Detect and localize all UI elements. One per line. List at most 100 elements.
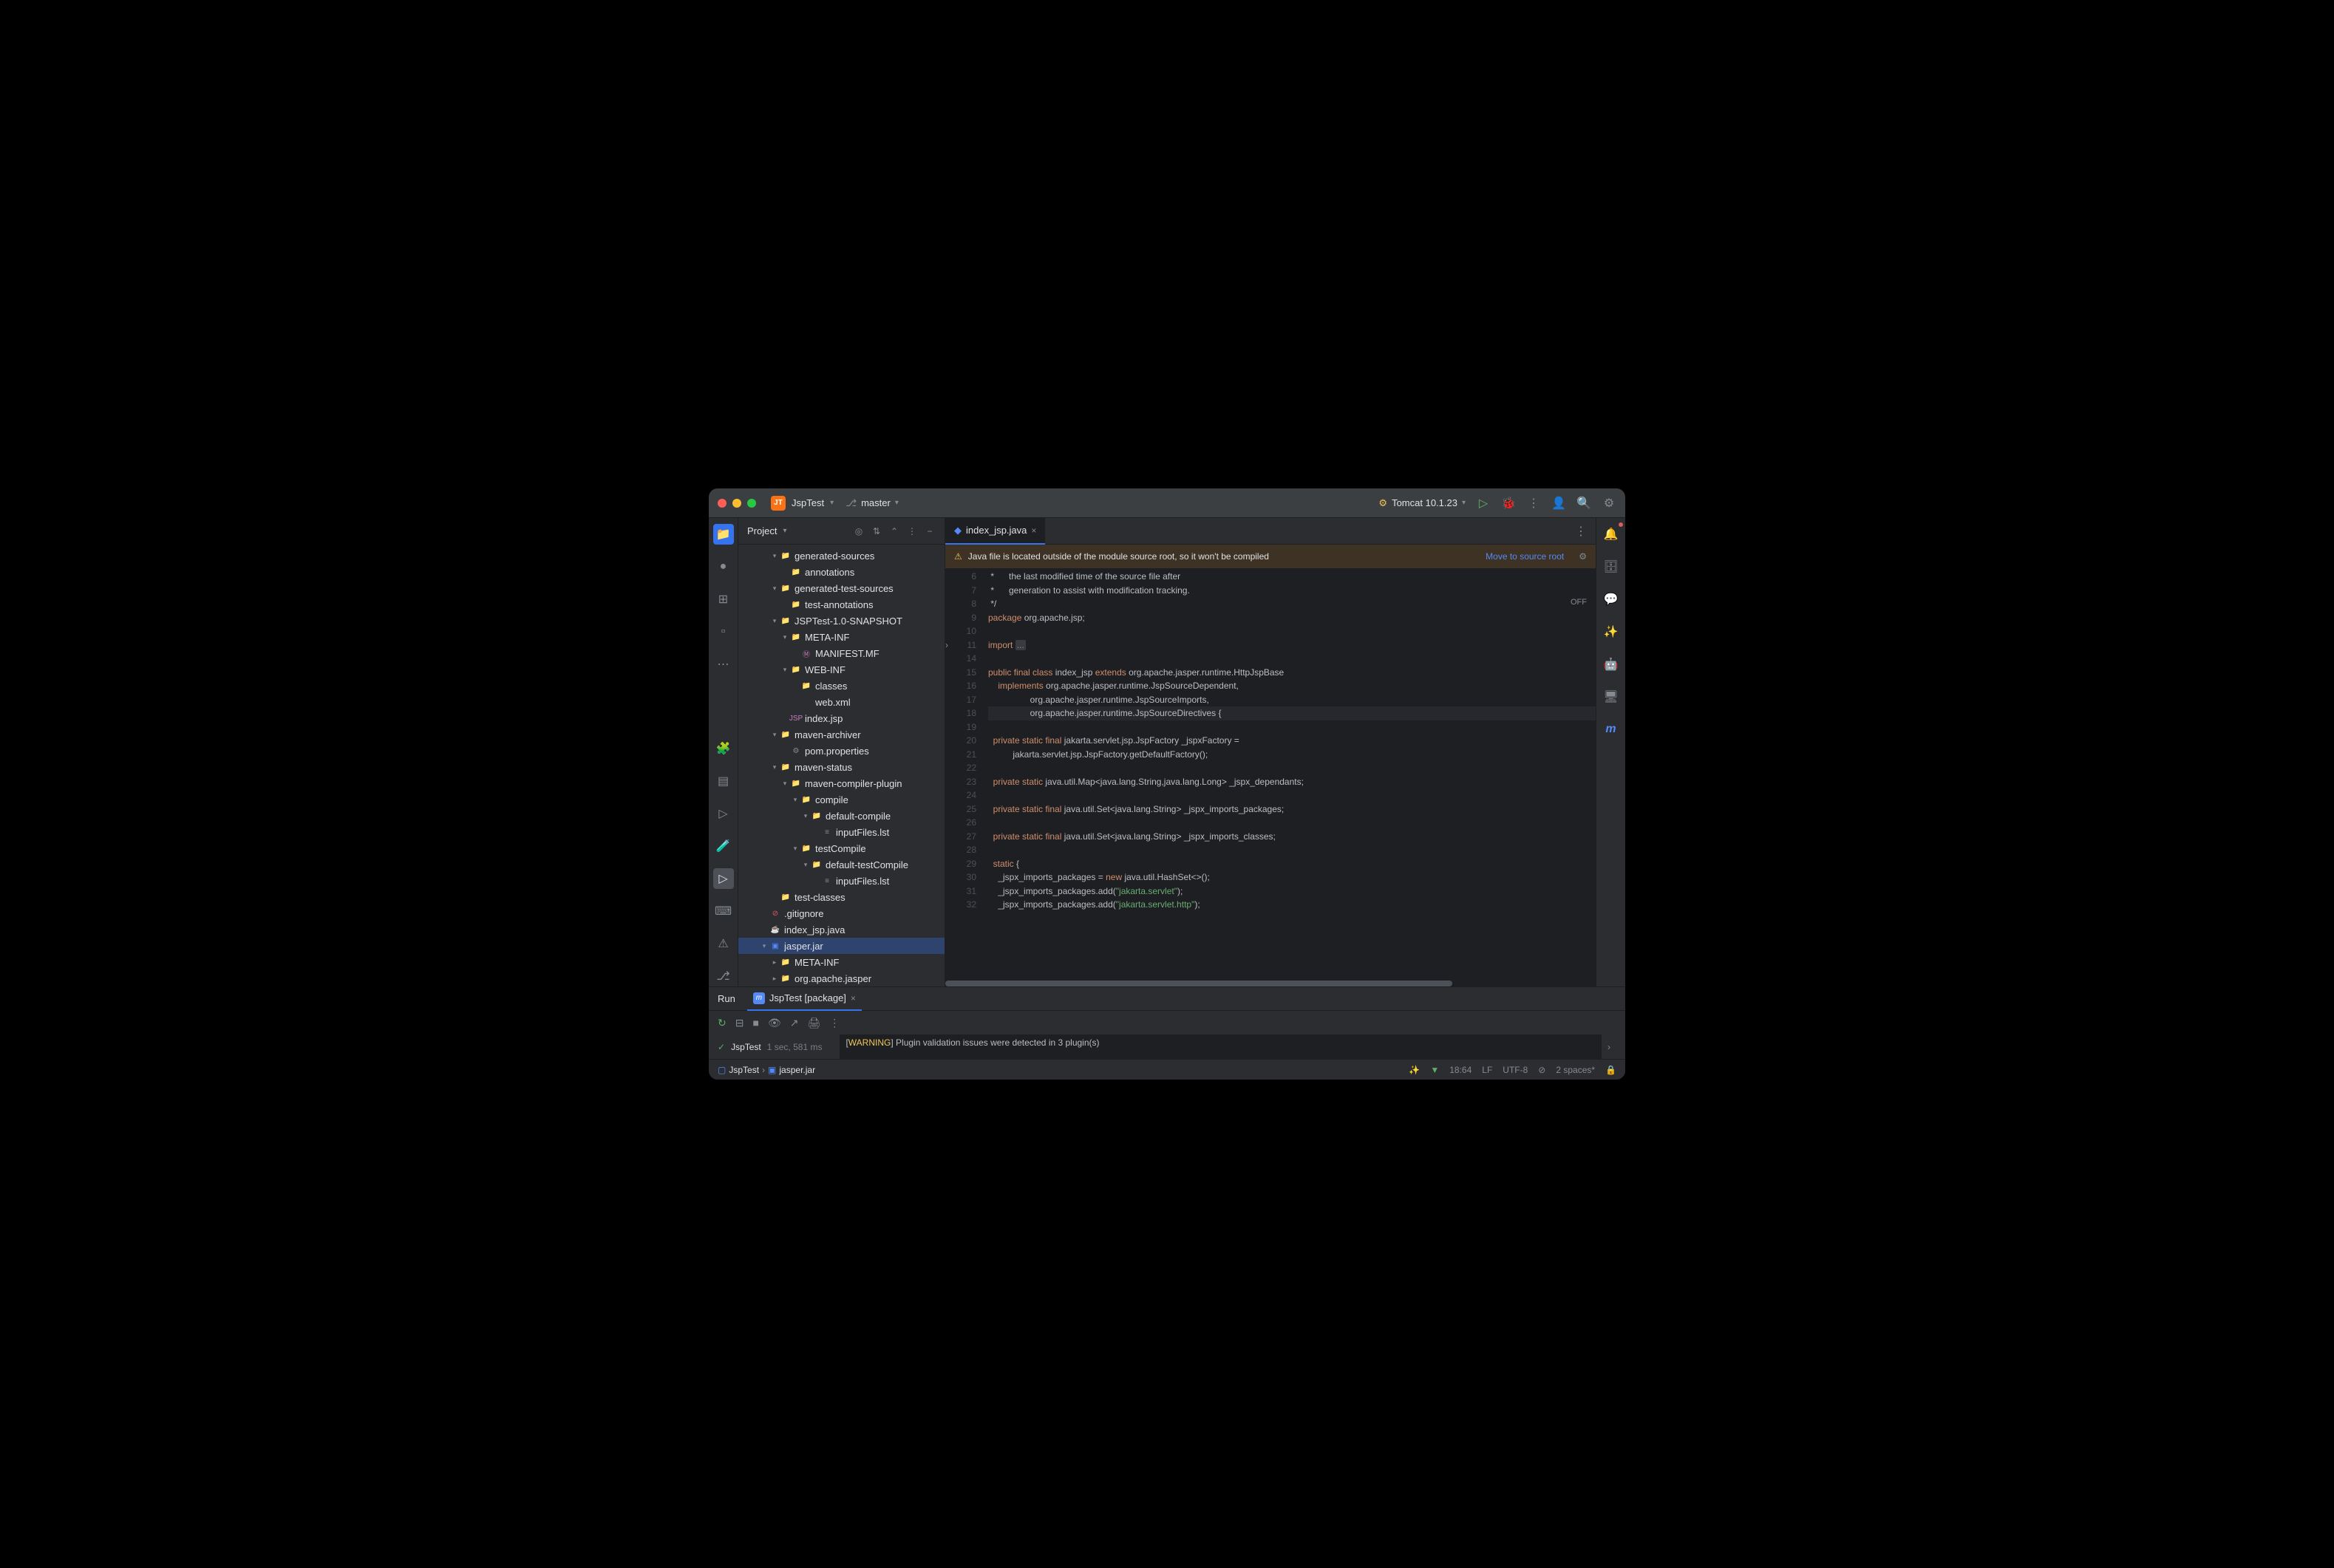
chevron-down-icon[interactable]: ▾ (830, 499, 834, 507)
horizontal-scrollbar[interactable] (945, 981, 1596, 986)
close-tab-icon[interactable]: × (851, 993, 856, 1003)
more-actions-icon[interactable]: ⋮ (1526, 496, 1541, 511)
tree-item[interactable]: ▾📁default-testCompile (738, 856, 945, 873)
tree-item[interactable]: ☕index_jsp.java (738, 921, 945, 938)
code-with-me-icon[interactable]: 👤 (1551, 496, 1566, 511)
maven-icon[interactable]: m (1601, 719, 1622, 740)
remote-icon[interactable]: 🖥 (1601, 686, 1622, 707)
more-icon[interactable]: ⋮ (829, 1017, 840, 1029)
code-area[interactable]: 678910›111415161718192021222324252627282… (945, 568, 1596, 981)
close-window-button[interactable] (718, 499, 727, 508)
chevron-icon[interactable]: ▾ (790, 796, 800, 804)
chevron-icon[interactable]: ▾ (769, 617, 780, 625)
tree-item[interactable]: ▾📁maven-status (738, 759, 945, 775)
tree-item[interactable]: ▾▣jasper.jar (738, 938, 945, 954)
run-tool-icon[interactable]: ▷ (713, 868, 734, 889)
tree-item[interactable]: ▾📁maven-archiver (738, 726, 945, 743)
database-icon[interactable]: 🗄 (1601, 556, 1622, 577)
build-log[interactable]: [WARNING] Plugin validation issues were … (840, 1034, 1602, 1059)
database-tool-icon[interactable]: ▤ (713, 771, 734, 791)
collapse-all-icon[interactable]: ⌃ (888, 525, 900, 537)
tree-item[interactable]: ▾📁generated-test-sources (738, 580, 945, 596)
options-icon[interactable]: ⋮ (906, 525, 918, 537)
structure-tool-icon[interactable]: ⊞ (713, 589, 734, 610)
select-opened-icon[interactable]: ◎ (853, 525, 865, 537)
hide-icon[interactable]: − (924, 525, 936, 537)
tree-item[interactable]: 📁test-annotations (738, 596, 945, 613)
maximize-window-button[interactable] (747, 499, 756, 508)
search-icon[interactable]: 🔍 (1576, 496, 1591, 511)
inspections-off-badge[interactable]: OFF (1571, 598, 1587, 607)
debug-tool-icon[interactable]: 🧪 (713, 836, 734, 856)
build-result[interactable]: ✓ JspTest 1 sec, 581 ms (718, 1034, 822, 1059)
chevron-icon[interactable]: ▾ (769, 552, 780, 560)
ai-icon[interactable]: ✨ (1601, 621, 1622, 642)
more-tool-icon[interactable]: ⋯ (713, 654, 734, 675)
debug-button[interactable]: 🐞 (1501, 496, 1516, 511)
run-configuration[interactable]: ⚙ Tomcat 10.1.23 ▾ (1378, 497, 1466, 509)
close-tab-icon[interactable]: × (1031, 525, 1036, 536)
editor-tab[interactable]: ◆ index_jsp.java × (945, 518, 1045, 545)
services-tool-icon[interactable]: ▷ (713, 803, 734, 824)
tree-item[interactable]: ⓂMANIFEST.MF (738, 645, 945, 661)
lock-icon[interactable]: 🔒 (1605, 1065, 1616, 1075)
tree-item[interactable]: ▸📁META-INF (738, 954, 945, 970)
tree-item[interactable]: JSPindex.jsp (738, 710, 945, 726)
chevron-icon[interactable]: ▾ (790, 845, 800, 853)
tree-item[interactable]: ≡inputFiles.lst (738, 824, 945, 840)
tree-item[interactable]: ▾📁testCompile (738, 840, 945, 856)
code-content[interactable]: * the last modified time of the source f… (982, 568, 1596, 981)
chevron-icon[interactable]: ▸ (769, 958, 780, 967)
tree-item[interactable]: 📁annotations (738, 564, 945, 580)
problems-tool-icon[interactable]: ⚠ (713, 933, 734, 954)
vcs-branch[interactable]: ⎇ master ▾ (846, 497, 899, 509)
tree-item[interactable]: ▾📁JSPTest-1.0-SNAPSHOT (738, 613, 945, 629)
terminal-tool-icon[interactable]: ⌨ (713, 901, 734, 921)
toggle-view-icon[interactable]: 👁 (768, 1017, 781, 1029)
tree-item[interactable]: ⚙pom.properties (738, 743, 945, 759)
chevron-icon[interactable]: ▾ (769, 763, 780, 771)
commit-tool-icon[interactable]: ● (713, 556, 734, 577)
ai-chat-icon[interactable]: 💬 (1601, 589, 1622, 610)
project-tool-icon[interactable]: 📁 (713, 524, 734, 545)
print-icon[interactable]: 🖨 (807, 1017, 820, 1029)
tree-item[interactable]: 📁test-classes (738, 889, 945, 905)
tab-actions-icon[interactable]: ⋮ (1566, 524, 1596, 539)
copilot-icon[interactable]: 🤖 (1601, 654, 1622, 675)
ai-status-icon[interactable]: ✨ (1409, 1065, 1420, 1075)
expand-log-icon[interactable]: › (1602, 1042, 1616, 1052)
run-button[interactable]: ▷ (1476, 496, 1491, 511)
build-tab[interactable]: m JspTest [package] × (747, 987, 862, 1011)
chevron-down-icon[interactable]: ▾ (783, 527, 786, 535)
tree-item[interactable]: ⊘.gitignore (738, 905, 945, 921)
chevron-icon[interactable]: ▾ (780, 780, 790, 788)
vcs-tool-icon[interactable]: ⎇ (713, 966, 734, 986)
tree-item[interactable]: ▾📁META-INF (738, 629, 945, 645)
indent[interactable]: 2 spaces* (1556, 1065, 1595, 1075)
bookmarks-tool-icon[interactable]: ▫ (713, 621, 734, 642)
chevron-icon[interactable]: ▾ (780, 666, 790, 674)
chevron-icon[interactable]: ▾ (769, 731, 780, 739)
tree-item[interactable]: ▾📁generated-sources (738, 548, 945, 564)
stop-icon[interactable]: ■ (752, 1017, 758, 1029)
line-separator[interactable]: LF (1482, 1065, 1492, 1075)
warning-settings-icon[interactable]: ⚙ (1579, 551, 1587, 562)
chevron-icon[interactable]: ▾ (800, 812, 811, 820)
move-to-source-root-link[interactable]: Move to source root (1486, 551, 1564, 562)
settings-icon[interactable]: ⚙ (1602, 496, 1616, 511)
chevron-icon[interactable]: ▸ (769, 975, 780, 983)
encoding[interactable]: UTF-8 (1503, 1065, 1528, 1075)
chevron-icon[interactable]: ▾ (769, 584, 780, 593)
notifications-icon[interactable]: 🔔 (1601, 524, 1622, 545)
expand-all-icon[interactable]: ⇅ (871, 525, 882, 537)
rerun-icon[interactable]: ↻ (718, 1017, 727, 1029)
project-tree[interactable]: ▾📁generated-sources📁annotations▾📁generat… (738, 545, 945, 986)
ai-tool-icon[interactable]: 🧩 (713, 738, 734, 759)
tree-item[interactable]: ▾📁maven-compiler-plugin (738, 775, 945, 791)
project-name[interactable]: JspTest (792, 497, 824, 508)
chevron-icon[interactable]: ▾ (800, 861, 811, 869)
chevron-icon[interactable]: ▾ (780, 633, 790, 641)
tree-item[interactable]: ▾📁default-compile (738, 808, 945, 824)
tree-item[interactable]: 📁classes (738, 678, 945, 694)
run-tab[interactable]: Run (718, 993, 735, 1004)
